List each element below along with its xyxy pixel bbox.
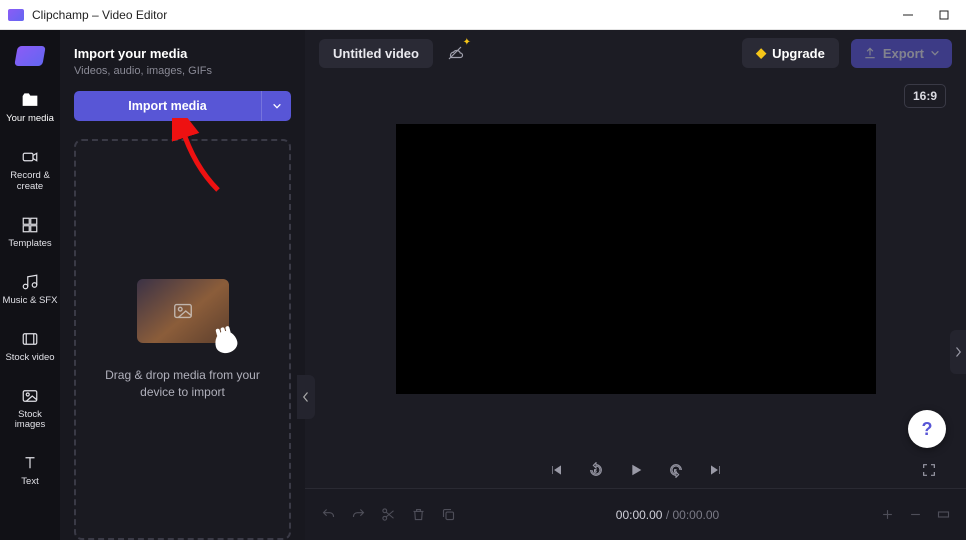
forward-5-button[interactable]: 5 (667, 461, 685, 479)
templates-icon (20, 215, 40, 235)
svg-text:5: 5 (674, 469, 677, 474)
camera-icon (20, 147, 40, 167)
split-button[interactable] (379, 506, 397, 524)
right-panel-expand-handle[interactable] (950, 330, 966, 374)
fit-timeline-button[interactable] (934, 506, 952, 524)
cloud-sync-off-icon[interactable]: ✦ (445, 43, 465, 63)
image-icon (20, 386, 40, 406)
time-current: 00:00 (616, 508, 646, 522)
play-button[interactable] (627, 461, 645, 479)
window-titlebar: Clipchamp – Video Editor (0, 0, 966, 30)
sidebar-item-label: Stock video (5, 353, 54, 364)
zoom-in-button[interactable] (878, 506, 896, 524)
panel-subtitle: Videos, audio, images, GIFs (74, 65, 291, 77)
copy-button[interactable] (439, 506, 457, 524)
time-total: 00:00 (673, 508, 703, 522)
dropzone-thumbnail (137, 279, 229, 343)
export-button[interactable]: Export (851, 39, 952, 68)
skip-start-button[interactable] (547, 461, 565, 479)
app-icon (8, 9, 24, 21)
image-icon (172, 300, 194, 322)
sidebar-item-label: Your media (6, 114, 54, 125)
redo-button[interactable] (349, 506, 367, 524)
sidebar-item-stock-video[interactable]: Stock video (0, 321, 60, 372)
undo-button[interactable] (319, 506, 337, 524)
svg-text:5: 5 (594, 469, 597, 474)
aspect-ratio-button[interactable]: 16:9 (904, 84, 946, 108)
sidebar-item-label: Text (21, 477, 38, 488)
film-icon (20, 329, 40, 349)
sidebar-item-label: Templates (8, 239, 51, 250)
sidebar-item-label: Record & create (2, 171, 58, 193)
upgrade-button[interactable]: ◆ Upgrade (742, 38, 839, 68)
minimize-button[interactable] (902, 9, 914, 21)
music-icon (20, 272, 40, 292)
fullscreen-button[interactable] (920, 461, 938, 479)
project-name-button[interactable]: Untitled video (319, 39, 433, 68)
media-panel: Import your media Videos, audio, images,… (60, 30, 305, 540)
upgrade-label: Upgrade (772, 46, 825, 61)
time-readout: 00:00.00 / 00:00.00 (469, 508, 866, 522)
sidebar-item-your-media[interactable]: Your media (0, 82, 60, 133)
sidebar-rail: Your media Record & create Templates Mus… (0, 30, 60, 540)
delete-button[interactable] (409, 506, 427, 524)
panel-heading: Import your media (74, 46, 291, 61)
topbar: Untitled video ✦ ◆ Upgrade Export (305, 30, 966, 76)
sidebar-item-label: Stock images (2, 410, 58, 432)
rewind-5-button[interactable]: 5 (587, 461, 605, 479)
help-button[interactable]: ? (908, 410, 946, 448)
diamond-icon: ◆ (756, 45, 766, 61)
sidebar-item-templates[interactable]: Templates (0, 207, 60, 258)
window-title: Clipchamp – Video Editor (32, 8, 167, 22)
chevron-down-icon (930, 48, 940, 58)
grab-hand-icon (212, 328, 239, 355)
dropzone-text: Drag & drop media from your device to im… (96, 367, 269, 401)
editor-main: Untitled video ✦ ◆ Upgrade Export 16:9 5 (305, 30, 966, 540)
upload-icon (863, 46, 877, 60)
zoom-out-button[interactable] (906, 506, 924, 524)
timeline-toolbar: 00:00.00 / 00:00.00 (305, 488, 966, 540)
sidebar-item-stock-images[interactable]: Stock images (0, 378, 60, 440)
export-label: Export (883, 46, 924, 61)
import-media-button[interactable]: Import media (74, 91, 261, 121)
text-icon (20, 453, 40, 473)
sidebar-item-text[interactable]: Text (0, 445, 60, 496)
preview-area: 16:9 (305, 76, 966, 452)
clipchamp-logo (14, 46, 46, 66)
maximize-button[interactable] (938, 9, 950, 21)
player-controls: 5 5 (305, 452, 966, 488)
media-dropzone[interactable]: Drag & drop media from your device to im… (74, 139, 291, 540)
video-canvas[interactable] (396, 124, 876, 394)
panel-collapse-handle[interactable] (297, 375, 315, 419)
import-media-dropdown[interactable] (261, 91, 291, 121)
sidebar-item-record-create[interactable]: Record & create (0, 139, 60, 201)
sidebar-item-label: Music & SFX (3, 296, 58, 307)
skip-end-button[interactable] (707, 461, 725, 479)
sidebar-item-music-sfx[interactable]: Music & SFX (0, 264, 60, 315)
sparkle-icon: ✦ (463, 37, 471, 48)
folder-icon (20, 90, 40, 110)
